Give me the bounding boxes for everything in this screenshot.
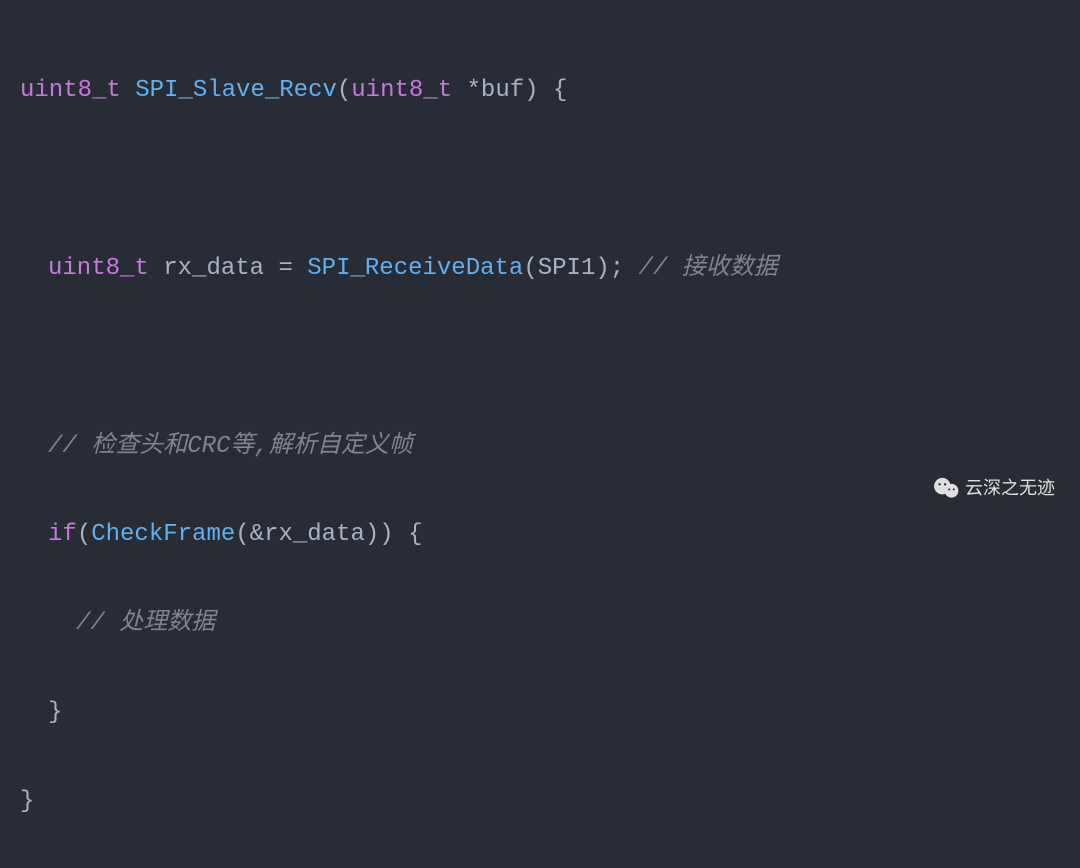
brace-close: }	[48, 699, 62, 726]
paren-open: (	[337, 77, 351, 104]
comment: // 处理数据	[76, 610, 215, 637]
param-name: buf	[481, 77, 524, 104]
brace-open: {	[539, 77, 568, 104]
code-line-8: }	[20, 691, 1060, 735]
code-line-7: // 处理数据	[20, 602, 1060, 646]
watermark-text: 云深之无迹	[965, 472, 1055, 505]
paren-close: )	[524, 77, 538, 104]
semicolon: ;	[610, 255, 624, 282]
paren-open: (	[235, 521, 249, 548]
code-line-1: uint8_t SPI_Slave_Recv(uint8_t *buf) {	[20, 69, 1060, 113]
comment: // 接收数据	[624, 255, 778, 282]
code-line-3: uint8_t rx_data = SPI_ReceiveData(SPI1);…	[20, 247, 1060, 291]
paren-close: )	[365, 521, 379, 548]
code-line-5: // 检查头和CRC等,解析自定义帧	[20, 425, 1060, 469]
brace-close: }	[20, 788, 34, 815]
argument: SPI1	[538, 255, 596, 282]
wechat-icon	[933, 477, 959, 499]
function-call: CheckFrame	[91, 521, 235, 548]
ampersand-op: &	[250, 521, 264, 548]
type-keyword: uint8_t	[48, 255, 149, 282]
variable-ref: rx_data	[264, 521, 365, 548]
brace-open: {	[394, 521, 423, 548]
paren-open: (	[523, 255, 537, 282]
function-call: SPI_ReceiveData	[307, 255, 523, 282]
code-line-blank	[20, 336, 1060, 380]
param-type: uint8_t	[351, 77, 452, 104]
code-line-blank	[20, 158, 1060, 202]
variable-name: rx_data	[163, 255, 264, 282]
type-keyword: uint8_t	[20, 77, 121, 104]
equals-op: =	[264, 255, 307, 282]
if-keyword: if	[48, 521, 77, 548]
code-block: uint8_t SPI_Slave_Recv(uint8_t *buf) { u…	[20, 25, 1060, 868]
code-line-9: }	[20, 780, 1060, 824]
pointer-star: *	[467, 77, 481, 104]
function-name: SPI_Slave_Recv	[135, 77, 337, 104]
watermark: 云深之无迹	[933, 472, 1055, 505]
code-line-6: if(CheckFrame(&rx_data)) {	[20, 513, 1060, 557]
comment: // 检查头和CRC等,解析自定义帧	[48, 433, 413, 460]
paren-open: (	[77, 521, 91, 548]
paren-close: )	[595, 255, 609, 282]
paren-close: )	[379, 521, 393, 548]
